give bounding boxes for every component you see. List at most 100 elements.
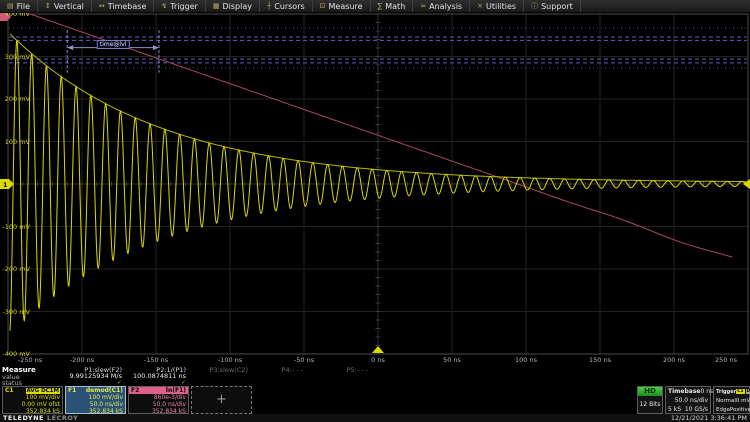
timebase-scale: 50.0 ns/div — [675, 397, 708, 404]
timebase-box[interactable]: Timebase 0 ns 50.0 ns/div 5 kS 10 GS/s — [665, 386, 711, 414]
x-axis-label: 100 ns — [515, 356, 537, 364]
brand-logo: TELEDYNELECROY — [3, 414, 78, 422]
y-axis-label: 100 mV — [1, 138, 30, 146]
y-axis-label: -400 mV — [1, 350, 30, 358]
timebase-title: Timebase — [668, 388, 700, 395]
measure-table: Measure value status P1:slew(F2)9.991259… — [0, 367, 750, 386]
c1-label: C1 — [5, 387, 14, 394]
c1-offset: 0.00 mV ofst — [3, 401, 62, 408]
x-axis-label: -50 ns — [294, 356, 314, 364]
y-axis-label: 300 mV — [1, 53, 30, 61]
menu-math[interactable]: ∑Math — [371, 0, 414, 12]
trigger-icon: ↯ — [161, 0, 167, 12]
add-trace-button[interactable]: + — [191, 386, 252, 414]
analysis-icon: ≈ — [420, 0, 426, 12]
descriptor-c1[interactable]: C1 AVG DC1M 100 mV/div 0.00 mV ofst 352.… — [2, 386, 63, 414]
utilities-icon: × — [477, 0, 483, 12]
menu-utilities[interactable]: ×Utilities — [470, 0, 524, 12]
gate-annotation-label: time@lvl — [97, 40, 129, 49]
cursors-icon: ┼ — [267, 0, 271, 12]
c1-zero-marker-label: 1 — [3, 181, 8, 189]
trigger-title: Trigger — [716, 389, 736, 395]
status-bar: TELEDYNELECROY 12/21/2021 3:36:41 PM — [0, 414, 750, 422]
timebase-icon: ↔ — [99, 0, 105, 12]
math-icon: ∑ — [378, 0, 383, 12]
menu-trigger-label: Trigger — [170, 2, 198, 11]
trigger-slope: Positive — [730, 407, 750, 413]
display-icon: ▦ — [213, 0, 220, 12]
x-axis-label: -200 ns — [70, 356, 94, 364]
descriptor-f2[interactable]: F2 ln(F1) 860e-3/div 50.0 ns/div 352.834… — [128, 386, 189, 414]
x-axis-label: -100 ns — [218, 356, 242, 364]
f2-function: ln(F1) — [166, 387, 186, 394]
f2-vdiv: 860e-3/div — [129, 394, 188, 401]
menu-file-label: File — [17, 2, 30, 11]
menu-support[interactable]: ⓘSupport — [524, 0, 581, 12]
menu-analysis-label: Analysis — [429, 2, 462, 11]
trace-f2-ln — [30, 14, 733, 257]
brand-primary: TELEDYNE — [3, 414, 44, 422]
trigger-time-marker[interactable] — [372, 346, 384, 353]
channel-markers: 1 — [0, 13, 750, 353]
x-axis-label: 150 ns — [589, 356, 611, 364]
f1-label: F1 — [68, 387, 76, 394]
measure-icon: ⊡ — [320, 0, 326, 12]
menu-math-label: Math — [385, 2, 405, 11]
menu-analysis[interactable]: ≈Analysis — [413, 0, 470, 12]
x-axis-label: 0 ns — [371, 356, 385, 364]
f1-function: demod(C1) — [86, 387, 123, 394]
c1-coupling-badge: AVG DC1M — [26, 388, 60, 394]
support-icon: ⓘ — [531, 0, 538, 12]
trigger-type: Edge — [716, 407, 730, 413]
file-icon: ▤ — [7, 0, 14, 12]
menu-measure-label: Measure — [329, 2, 363, 11]
menu-bar: ▤File↕Vertical↔Timebase↯Trigger▦Display┼… — [0, 0, 750, 13]
menu-support-label: Support — [541, 2, 573, 11]
menu-display[interactable]: ▦Display — [206, 0, 260, 12]
c1-vdiv: 100 mV/div — [3, 394, 62, 401]
menu-file[interactable]: ▤File — [0, 0, 38, 12]
descriptor-f1[interactable]: F1 demod(C1) 100 mV/div 50.0 ns/div 352.… — [65, 386, 126, 414]
f2-tdiv: 50.0 ns/div — [129, 401, 188, 408]
menu-cursors[interactable]: ┼Cursors — [260, 0, 313, 12]
x-axis-label: -150 ns — [144, 356, 168, 364]
y-axis-label: -300 mV — [1, 308, 30, 316]
f2-label: F2 — [131, 387, 139, 394]
menu-display-label: Display — [222, 2, 252, 11]
trigger-box[interactable]: Trigger C1 DC Normal 0 mV Edge Positive — [713, 386, 750, 414]
y-axis-label: 200 mV — [1, 95, 30, 103]
scope-display: 1 — [0, 0, 750, 368]
trigger-source-badge: C1 — [736, 389, 744, 395]
menu-trigger[interactable]: ↯Trigger — [154, 0, 205, 12]
menu-vertical-label: Vertical — [54, 2, 84, 11]
measure-p5-status — [273, 380, 368, 386]
x-axis-label: 200 ns — [663, 356, 685, 364]
vertical-icon: ↕ — [45, 0, 51, 12]
brand-secondary: LECROY — [47, 414, 78, 422]
oscilloscope-app: ▤File↕Vertical↔Timebase↯Trigger▦Display┼… — [0, 0, 750, 422]
f1-vdiv: 100 mV/div — [66, 394, 125, 401]
menu-cursors-label: Cursors — [274, 2, 304, 11]
clock: 12/21/2021 3:36:41 PM — [671, 414, 747, 422]
hd-mode-box[interactable]: HD 12 Bits — [637, 386, 663, 414]
menu-timebase[interactable]: ↔Timebase — [92, 0, 155, 12]
timebase-rate: 10 GS/s — [685, 406, 708, 413]
y-axis-label: -200 mV — [1, 265, 30, 273]
hd-bits: 12 Bits — [638, 396, 662, 413]
timebase-samples: 5 kS — [668, 406, 681, 413]
trigger-coupling-badge: DC — [746, 389, 750, 395]
x-axis-label: 250 ns — [715, 356, 737, 364]
menu-measure[interactable]: ⊡Measure — [313, 0, 371, 12]
trigger-level-marker[interactable] — [743, 179, 750, 189]
measure-p5[interactable]: P5:- - - — [273, 367, 368, 386]
timebase-offset: 0 ns — [700, 388, 713, 395]
trigger-mode: Normal — [716, 398, 736, 404]
hd-badge: HD — [638, 387, 662, 396]
menu-vertical[interactable]: ↕Vertical — [38, 0, 92, 12]
trigger-level: 0 mV — [736, 398, 750, 404]
menu-utilities-label: Utilities — [486, 2, 516, 11]
y-axis-label: -100 mV — [1, 223, 30, 231]
f1-tdiv: 50.0 ns/div — [66, 401, 125, 408]
x-axis-label: 50 ns — [443, 356, 461, 364]
menu-timebase-label: Timebase — [108, 2, 147, 11]
